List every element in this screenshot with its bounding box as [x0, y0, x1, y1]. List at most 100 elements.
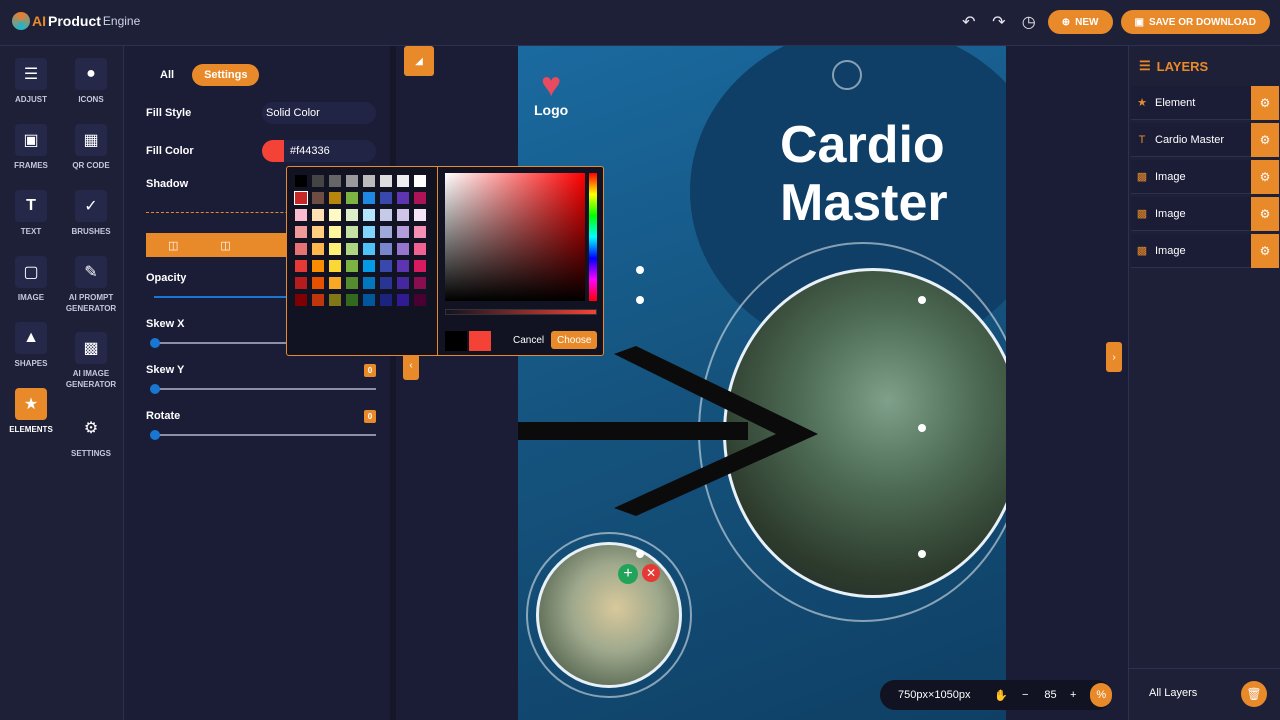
palette-swatch[interactable]: [363, 209, 375, 221]
layer-item[interactable]: ▩ Image ⚙: [1131, 160, 1279, 194]
palette-swatch[interactable]: [346, 260, 358, 272]
palette-swatch[interactable]: [397, 175, 409, 187]
hand-icon[interactable]: ✋: [994, 689, 1012, 702]
gear-icon[interactable]: ⚙: [1251, 160, 1279, 194]
zoom-percent-button[interactable]: %: [1090, 683, 1112, 707]
fill-color-field[interactable]: #f44336: [262, 140, 376, 162]
palette-swatch[interactable]: [397, 260, 409, 272]
tab-all[interactable]: All: [148, 64, 186, 86]
palette-swatch[interactable]: [295, 294, 307, 306]
tool-text[interactable]: T TEXT: [0, 190, 62, 237]
tool-shapes[interactable]: ▲ SHAPES: [0, 322, 62, 369]
poster-canvas[interactable]: ♥ Logo Cardio Master + ✕: [518, 46, 1006, 720]
cancel-button[interactable]: Cancel: [507, 331, 550, 349]
undo-icon[interactable]: ↶: [958, 11, 980, 33]
arrow-element[interactable]: [518, 346, 828, 516]
palette-swatch[interactable]: [295, 209, 307, 221]
palette-swatch[interactable]: [295, 277, 307, 289]
layer-item[interactable]: ▩ Image ⚙: [1131, 234, 1279, 268]
palette-swatch[interactable]: [380, 226, 392, 238]
new-button[interactable]: ⊕ NEW: [1047, 10, 1113, 34]
skew-y-slider[interactable]: [150, 384, 376, 394]
layer-item[interactable]: T Cardio Master ⚙: [1131, 123, 1279, 157]
tool-brushes[interactable]: ✓ BRUSHES: [60, 190, 122, 237]
palette-swatch[interactable]: [329, 277, 341, 289]
selection-handle[interactable]: [918, 424, 926, 432]
palette-swatch[interactable]: [397, 243, 409, 255]
palette-swatch[interactable]: [312, 294, 324, 306]
selection-handle[interactable]: [636, 266, 644, 274]
align-left-icon[interactable]: ◫: [168, 239, 178, 252]
palette-swatch[interactable]: [346, 277, 358, 289]
gear-icon[interactable]: ⚙: [1251, 123, 1279, 157]
hue-slider[interactable]: [589, 173, 597, 301]
tool-elements[interactable]: ★ ELEMENTS: [0, 388, 62, 435]
tool-frames[interactable]: ▣ FRAMES: [0, 124, 62, 171]
palette-swatch[interactable]: [363, 175, 375, 187]
palette-swatch[interactable]: [397, 294, 409, 306]
palette-swatch[interactable]: [363, 192, 375, 204]
selection-handle[interactable]: [918, 550, 926, 558]
tool-icons[interactable]: ● ICONS: [60, 58, 122, 105]
tab-settings[interactable]: Settings: [192, 64, 260, 86]
fill-style-select[interactable]: Solid Color: [262, 102, 376, 124]
align-center-icon[interactable]: ◫: [220, 239, 230, 252]
trash-icon[interactable]: 🗑: [1241, 681, 1267, 707]
selection-handle[interactable]: [636, 550, 644, 558]
rotate-slider[interactable]: [150, 430, 376, 440]
palette-swatch[interactable]: [380, 294, 392, 306]
choose-button[interactable]: Choose: [551, 331, 598, 349]
palette-swatch[interactable]: [329, 260, 341, 272]
palette-swatch[interactable]: [397, 277, 409, 289]
gear-icon[interactable]: ⚙: [1251, 234, 1279, 268]
palette-swatch[interactable]: [346, 209, 358, 221]
layer-item[interactable]: ★ Element ⚙: [1131, 86, 1279, 120]
palette-swatch[interactable]: [312, 260, 324, 272]
palette-swatch[interactable]: [363, 243, 375, 255]
palette-swatch[interactable]: [414, 277, 426, 289]
tool-image[interactable]: ▢ IMAGE: [0, 256, 62, 303]
palette-swatch[interactable]: [346, 294, 358, 306]
palette-swatch[interactable]: [295, 226, 307, 238]
palette-swatch[interactable]: [329, 243, 341, 255]
palette-swatch[interactable]: [363, 226, 375, 238]
palette-swatch[interactable]: [380, 192, 392, 204]
remove-icon[interactable]: ✕: [642, 564, 660, 582]
palette-swatch[interactable]: [397, 192, 409, 204]
palette-swatch[interactable]: [312, 209, 324, 221]
palette-swatch[interactable]: [380, 260, 392, 272]
skew-x-knob[interactable]: [150, 338, 160, 348]
palette-swatch[interactable]: [363, 260, 375, 272]
palette-swatch[interactable]: [414, 226, 426, 238]
palette-swatch[interactable]: [329, 192, 341, 204]
palette-swatch[interactable]: [414, 209, 426, 221]
palette-swatch[interactable]: [312, 243, 324, 255]
palette-swatch[interactable]: [329, 226, 341, 238]
tool-qr-code[interactable]: ▦ QR CODE: [60, 124, 122, 171]
zoom-out-button[interactable]: −: [1022, 689, 1036, 701]
palette-swatch[interactable]: [295, 175, 307, 187]
palette-swatch[interactable]: [414, 260, 426, 272]
palette-swatch[interactable]: [397, 209, 409, 221]
palette-swatch[interactable]: [312, 277, 324, 289]
skew-y-knob[interactable]: [150, 384, 160, 394]
rotate-knob[interactable]: [150, 430, 160, 440]
palette-swatch[interactable]: [414, 192, 426, 204]
palette-swatch[interactable]: [414, 294, 426, 306]
palette-swatch[interactable]: [312, 175, 324, 187]
palette-swatch[interactable]: [380, 209, 392, 221]
gear-icon[interactable]: ⚙: [1251, 86, 1279, 120]
tool-ai-image-generator[interactable]: ▩ AI IMAGE GENERATOR: [60, 332, 122, 390]
palette-swatch[interactable]: [329, 175, 341, 187]
palette-swatch[interactable]: [346, 226, 358, 238]
palette-swatch[interactable]: [346, 175, 358, 187]
palette-swatch[interactable]: [380, 175, 392, 187]
palette-swatch[interactable]: [414, 243, 426, 255]
poster-title[interactable]: Cardio Master: [780, 116, 948, 232]
palette-swatch[interactable]: [363, 277, 375, 289]
palette-swatch[interactable]: [295, 243, 307, 255]
palette-swatch[interactable]: [329, 209, 341, 221]
alpha-slider[interactable]: [445, 309, 597, 315]
palette-swatch[interactable]: [363, 294, 375, 306]
fill-color-swatch[interactable]: [262, 140, 284, 162]
